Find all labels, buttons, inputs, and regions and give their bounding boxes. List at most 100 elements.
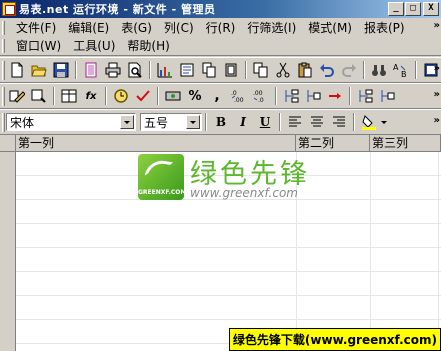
- menu-bar: 文件(F) 编辑(E) 表(G) 列(C) 行(R) 行筛选(I) 模式(M) …: [0, 18, 441, 56]
- toolbar-separator: [353, 113, 355, 131]
- percent-icon[interactable]: %: [184, 85, 206, 107]
- append-row-icon[interactable]: [324, 85, 346, 107]
- properties-icon[interactable]: [176, 59, 198, 81]
- toolbar-overflow-chevron-icon[interactable]: »: [434, 115, 441, 126]
- record-form-icon[interactable]: [28, 85, 50, 107]
- replace-icon[interactable]: AB: [390, 59, 412, 81]
- increase-decimal-icon[interactable]: .0.00: [228, 85, 250, 107]
- toolbar-separator: [149, 61, 151, 79]
- svg-text:A: A: [393, 63, 399, 72]
- function-fx-icon[interactable]: fx: [80, 85, 102, 107]
- grid-line: [16, 271, 441, 272]
- insert-col-icon[interactable]: [302, 85, 324, 107]
- title-bar: 易表.net 运行环境 - 新文件 - 管理员 _ □ X: [0, 0, 441, 18]
- clock-icon[interactable]: [110, 85, 132, 107]
- toolbar-separator: [157, 87, 159, 105]
- font-size-select[interactable]: 五号: [140, 113, 202, 131]
- menu-table[interactable]: 表(G): [115, 19, 158, 37]
- copy-icon[interactable]: [250, 59, 272, 81]
- maximize-button[interactable]: □: [405, 2, 421, 16]
- insert-row-icon[interactable]: [280, 85, 302, 107]
- align-left-icon[interactable]: [284, 111, 306, 133]
- close-button[interactable]: X: [423, 2, 439, 16]
- menu-file[interactable]: 文件(F): [6, 19, 62, 37]
- fill-color-dropdown-icon[interactable]: [380, 111, 388, 133]
- grid-line: [16, 319, 441, 320]
- new-file-icon[interactable]: [6, 59, 28, 81]
- currency-icon[interactable]: [162, 85, 184, 107]
- grid-line: [16, 295, 441, 296]
- chevron-down-icon[interactable]: [186, 115, 200, 129]
- menu-tools[interactable]: 工具(U): [67, 37, 121, 55]
- menu-overflow-chevron-icon[interactable]: »: [434, 20, 441, 31]
- delete-row-icon[interactable]: [354, 85, 376, 107]
- check-mark-icon[interactable]: [132, 85, 154, 107]
- comma-style-icon[interactable]: ,: [206, 85, 228, 107]
- svg-text:.0: .0: [258, 97, 264, 104]
- toolbar-separator: [349, 87, 351, 105]
- column-header-2[interactable]: 第二列: [296, 135, 370, 152]
- grid-line: [438, 152, 439, 351]
- toolbar-separator: [275, 87, 277, 105]
- paste-icon[interactable]: [294, 59, 316, 81]
- redo-icon[interactable]: [338, 59, 360, 81]
- row-header-strip[interactable]: [0, 152, 16, 351]
- edit-record-icon[interactable]: [6, 85, 28, 107]
- menu-report[interactable]: 报表(P): [358, 19, 411, 37]
- toolbar-separator: [363, 61, 365, 79]
- menu-row-1: 文件(F) 编辑(E) 表(G) 列(C) 行(R) 行筛选(I) 模式(M) …: [6, 18, 411, 37]
- menu-row-2: 窗口(W) 工具(U) 帮助(H): [6, 36, 176, 55]
- select-all-corner[interactable]: [0, 135, 16, 152]
- column-header-3[interactable]: 第三列: [370, 135, 441, 152]
- bold-button[interactable]: B: [210, 111, 232, 133]
- toolbar-grip[interactable]: [2, 87, 5, 106]
- grid-line: [16, 247, 441, 248]
- menu-mode[interactable]: 模式(M): [302, 19, 358, 37]
- form-design-icon[interactable]: [80, 59, 102, 81]
- fill-color-icon[interactable]: [358, 111, 380, 133]
- italic-button[interactable]: I: [232, 111, 254, 133]
- toolbar-overflow-chevron-icon[interactable]: »: [434, 89, 441, 100]
- svg-text:.00: .00: [253, 90, 263, 97]
- copy-format-icon[interactable]: [198, 59, 220, 81]
- binder-icon[interactable]: [220, 59, 242, 81]
- print-preview-icon[interactable]: [124, 59, 146, 81]
- menu-grip[interactable]: [2, 21, 5, 35]
- standard-toolbar: AB »: [0, 57, 441, 83]
- menu-grip-2[interactable]: [2, 39, 5, 53]
- cut-icon[interactable]: [272, 59, 294, 81]
- delete-col-icon[interactable]: [376, 85, 398, 107]
- open-folder-icon[interactable]: [28, 59, 50, 81]
- menu-row[interactable]: 行(R): [200, 19, 242, 37]
- toolbar-grip[interactable]: [2, 61, 5, 80]
- toolbar-overflow-chevron-icon[interactable]: »: [434, 63, 441, 74]
- align-right-icon[interactable]: [328, 111, 350, 133]
- toolbar-separator: [105, 87, 107, 105]
- chevron-down-icon[interactable]: [120, 115, 134, 129]
- grid-line: [370, 152, 371, 351]
- menu-row-filter[interactable]: 行筛选(I): [241, 19, 302, 37]
- decrease-decimal-icon[interactable]: .00.0: [250, 85, 272, 107]
- toolbar-separator: [75, 61, 77, 79]
- toolbar-separator: [415, 61, 417, 79]
- menu-help[interactable]: 帮助(H): [121, 37, 175, 55]
- menu-window[interactable]: 窗口(W): [6, 37, 67, 55]
- app-icon: [2, 2, 16, 16]
- column-header-1[interactable]: 第一列: [16, 135, 296, 152]
- save-disk-icon[interactable]: [50, 59, 72, 81]
- toolbar-grip[interactable]: [2, 113, 5, 132]
- chart-icon[interactable]: [154, 59, 176, 81]
- watermark-url: www.greenxf.com: [190, 186, 298, 200]
- underline-button[interactable]: U: [254, 111, 276, 133]
- find-binoculars-icon[interactable]: [368, 59, 390, 81]
- minimize-button[interactable]: _: [388, 2, 404, 16]
- svg-text:.00: .00: [234, 97, 244, 104]
- menu-edit[interactable]: 编辑(E): [62, 19, 115, 37]
- menu-column[interactable]: 列(C): [158, 19, 200, 37]
- svg-text:B: B: [401, 70, 407, 78]
- font-name-select[interactable]: 宋体: [6, 113, 136, 131]
- undo-icon[interactable]: [316, 59, 338, 81]
- align-center-icon[interactable]: [306, 111, 328, 133]
- print-icon[interactable]: [102, 59, 124, 81]
- table-layout-icon[interactable]: [58, 85, 80, 107]
